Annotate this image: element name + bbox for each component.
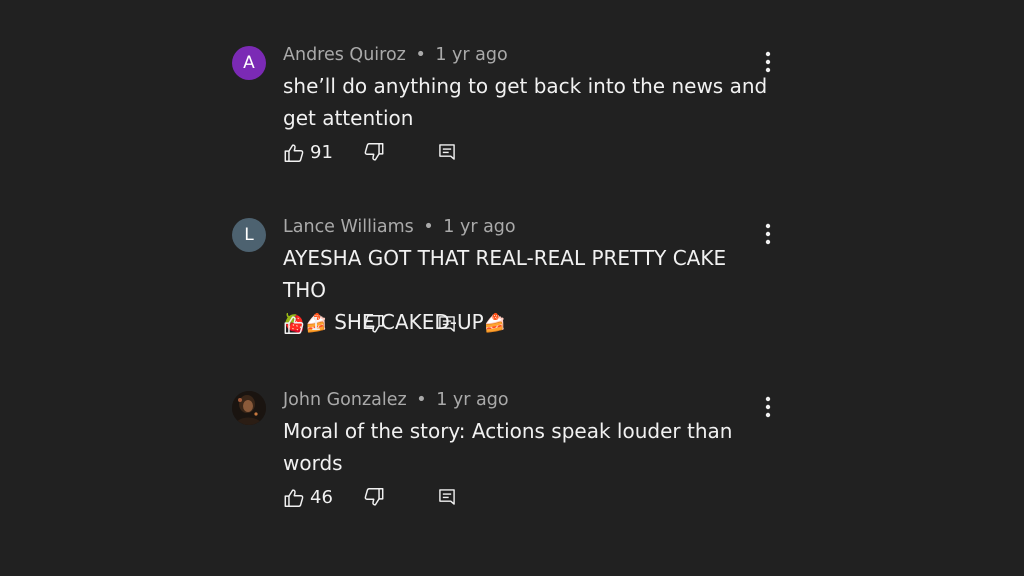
meta-separator: •	[415, 45, 426, 65]
comment-text-line: AYESHA GOT THAT REAL-REAL PRETTY CAKE TH…	[283, 246, 727, 302]
comment-text-line: words	[283, 451, 343, 475]
comment-meta: Andres Quiroz • 1 yr ago	[283, 42, 508, 68]
comment-time[interactable]: 1 yr ago	[435, 45, 507, 65]
comment-item: A Andres Quiroz • 1 yr ago she’ll do any…	[232, 38, 792, 188]
reply-icon	[439, 144, 455, 160]
reply-icon	[439, 316, 455, 332]
thumb-up-icon	[284, 489, 304, 507]
comment-time[interactable]: 1 yr ago	[436, 390, 508, 410]
profile-photo-avatar	[232, 391, 266, 425]
avatar[interactable]: L	[232, 218, 266, 252]
comment-text-line: she’ll do anything to get back into the …	[283, 74, 768, 98]
reply-button[interactable]	[437, 142, 457, 166]
meta-separator: •	[423, 217, 434, 237]
thumb-down-icon	[364, 488, 384, 506]
thumb-up-icon	[284, 316, 304, 334]
comment-meta: Lance Williams • 1 yr ago	[283, 214, 516, 240]
dislike-button[interactable]	[363, 141, 385, 167]
comment-actions: 91	[283, 139, 543, 167]
author-name[interactable]: Andres Quiroz	[283, 45, 406, 65]
thumb-up-icon	[284, 144, 304, 162]
comment-text-line: get attention	[283, 106, 414, 130]
author-name[interactable]: Lance Williams	[283, 217, 414, 237]
comment-text: Moral of the story: Actions speak louder…	[283, 415, 773, 479]
comment-actions: 1	[283, 311, 543, 339]
like-count: 1	[310, 314, 322, 335]
reply-button[interactable]	[437, 487, 457, 511]
comments-page: A Andres Quiroz • 1 yr ago she’ll do any…	[0, 0, 1024, 576]
comment-text-line: Moral of the story: Actions speak louder…	[283, 419, 733, 443]
comment-meta: John Gonzalez • 1 yr ago	[283, 387, 509, 413]
reply-icon	[439, 489, 455, 505]
like-count: 46	[310, 487, 333, 508]
comment-item: L Lance Williams • 1 yr ago AYESHA GOT T…	[232, 210, 792, 360]
like-count: 91	[310, 142, 333, 163]
avatar[interactable]	[232, 391, 266, 425]
meta-separator: •	[416, 390, 427, 410]
like-button[interactable]: 46	[283, 484, 333, 512]
like-button[interactable]: 91	[283, 139, 333, 167]
thumb-down-icon	[364, 315, 384, 333]
thumb-down-icon	[364, 143, 384, 161]
comment-actions: 46	[283, 484, 543, 512]
comment-time[interactable]: 1 yr ago	[443, 217, 515, 237]
comment-text: she’ll do anything to get back into the …	[283, 70, 773, 134]
like-button[interactable]: 1	[283, 311, 321, 339]
comment-item: John Gonzalez • 1 yr ago Moral of the st…	[232, 383, 792, 533]
dislike-button[interactable]	[363, 486, 385, 512]
author-name[interactable]: John Gonzalez	[283, 390, 407, 410]
avatar[interactable]: A	[232, 46, 266, 80]
reply-button[interactable]	[437, 314, 457, 338]
dislike-button[interactable]	[363, 313, 385, 339]
